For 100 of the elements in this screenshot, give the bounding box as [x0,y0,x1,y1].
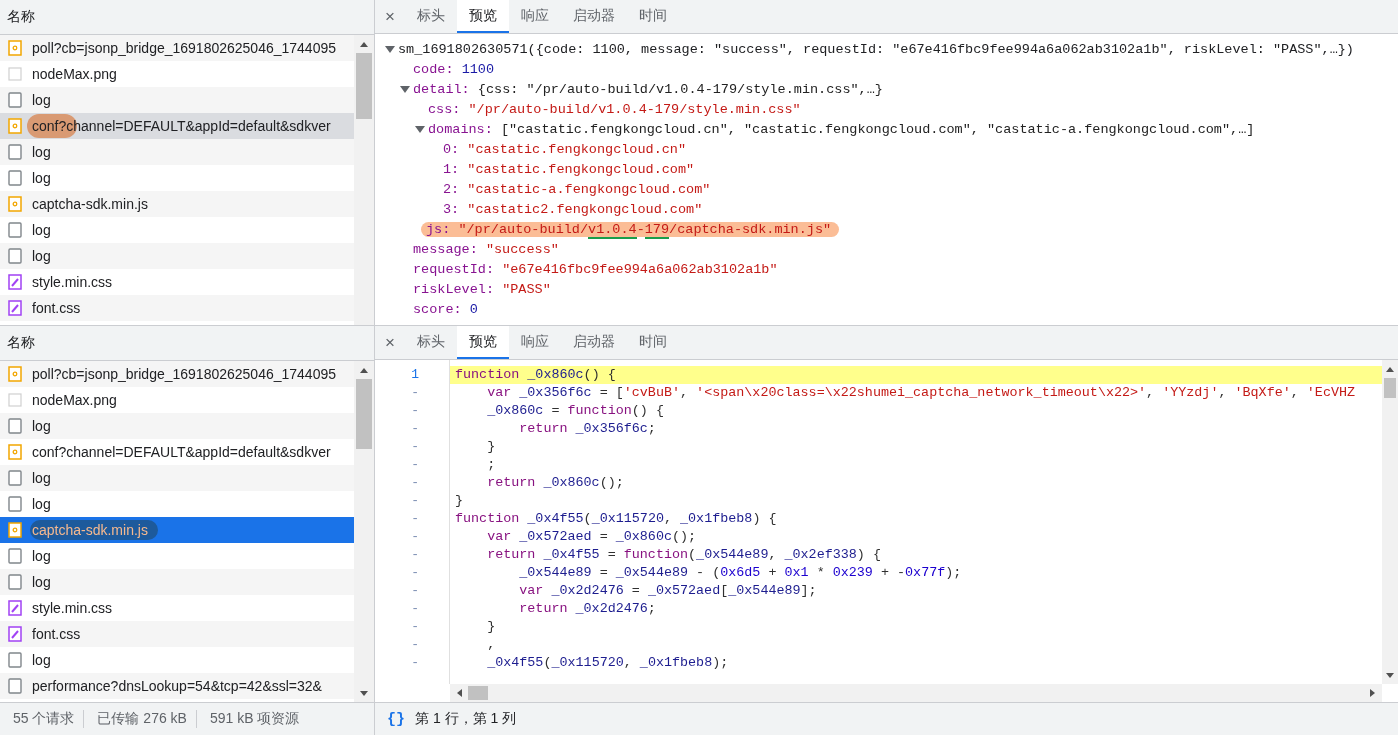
line-number: 1 [410,366,420,384]
request-row[interactable]: font.css [0,295,354,321]
scrollbar-thumb[interactable] [356,53,372,119]
script-file-icon [8,366,22,382]
line-number: - [410,510,420,528]
property-line: domains: ["castatic.fengkongcloud.cn", "castatic.fengkongcloud.com", "castatic-a.fengkongcloud.com",…] [427,121,1256,137]
request-name: log [32,170,51,186]
tab[interactable]: 响应 [508,326,561,359]
tab[interactable]: 启动器 [560,326,627,359]
code-line: } [486,438,497,456]
preview-line: sm_1691802630571({code: 1100, message: "success", requestId: "e67e416fbc9fee994a6a062ab3102a1b", riskLevel: "PASS",…}) [397,41,1355,57]
code-line: _0x860c = function() { [486,402,665,420]
request-row[interactable]: log [0,243,354,269]
code-line: _0x4f55(_0x115720, _0x1fbeb8); [486,654,730,672]
document-file-icon [8,170,22,186]
script-file-icon [8,444,22,460]
request-name: log [32,144,51,160]
request-name: log [32,548,51,564]
request-name: poll?cb=jsonp_bridge_1691802625046_1744095 [32,40,336,56]
scrollbar-thumb[interactable] [356,379,372,449]
line-number: - [410,564,420,582]
line-number: - [410,492,420,510]
request-name: performance?dnsLookup=54&tcp=42&ssl=32& [32,678,322,694]
line-number: - [410,438,420,456]
tab[interactable]: 时间 [626,0,679,33]
document-file-icon [8,92,22,108]
tab[interactable]: 响应 [508,0,561,33]
request-name: log [32,496,51,512]
request-row[interactable]: log [0,139,354,165]
request-name: log [32,574,51,590]
scroll-down-icon[interactable] [359,688,369,698]
request-name: captcha-sdk.min.js [32,196,148,212]
document-file-icon [8,144,22,160]
line-number: - [410,546,420,564]
expand-arrow-icon[interactable] [384,43,396,55]
code-line: ; [486,456,497,474]
line-number: - [410,420,420,438]
property-line: css: "/pr/auto-build/v1.0.4-179/style.min.css" [427,101,802,117]
code-line: } [486,618,497,636]
scrollbar[interactable] [1382,360,1398,684]
scrollbar[interactable] [354,35,374,325]
request-row[interactable]: captcha-sdk.min.js [0,191,354,217]
request-row[interactable]: captcha-sdk.min.js [0,517,354,543]
code-line: return _0x860c(); [486,474,625,492]
tab[interactable]: 预览 [456,0,509,33]
expand-arrow-icon[interactable] [399,83,411,95]
request-row[interactable]: performance?dnsLookup=54&tcp=42&ssl=32& [0,673,354,699]
stylesheet-file-icon [8,274,22,290]
scroll-down-icon[interactable] [1385,670,1395,680]
scrollbar-thumb[interactable] [1384,378,1396,398]
request-name: log [32,652,51,668]
summary-text: 已传输 276 kB [83,710,196,728]
column-header[interactable]: 名称 [0,8,35,26]
property-line: score: 0 [412,301,479,317]
property-line: message: "success" [412,241,560,257]
request-row[interactable]: poll?cb=jsonp_bridge_1691802625046_1744095 [0,35,354,61]
request-row[interactable]: log [0,465,354,491]
request-name: font.css [32,300,81,316]
tab[interactable]: 标头 [404,0,457,33]
request-row[interactable]: log [0,413,354,439]
request-name: log [32,418,51,434]
expand-arrow-icon[interactable] [414,123,426,135]
scrollbar-thumb[interactable] [468,686,488,700]
close-button[interactable]: × [375,326,405,359]
script-file-icon [8,522,22,538]
property-line: riskLevel: "PASS" [412,281,552,297]
document-file-icon [8,470,22,486]
code-line: return _0x2d2476; [518,600,657,618]
scrollbar[interactable] [354,361,374,702]
code-line: var _0x572aed = _0x860c(); [486,528,698,546]
close-button[interactable]: × [375,0,405,33]
summary-text: 591 kB 项资源 [195,710,309,728]
image-file-icon [8,66,22,82]
line-number: - [410,600,420,618]
document-file-icon [8,678,22,694]
request-row[interactable]: log [0,569,354,595]
cursor-position: 第 1 行，第 1 列 [415,710,517,728]
image-file-icon [8,392,22,408]
summary-text: 55 个请求 [12,710,76,728]
script-file-icon [8,196,22,212]
property-line: js: "/pr/auto-build/v1.0.4-179/captcha-sdk.min.js" [421,221,840,237]
code-line: } [454,492,465,510]
tab[interactable]: 时间 [626,326,679,359]
property-line: 3: "castatic2.fengkongcloud.com" [442,201,704,217]
request-name: log [32,248,51,264]
request-row[interactable]: font.css [0,621,354,647]
request-row[interactable]: poll?cb=jsonp_bridge_1691802625046_1744095 [0,361,354,387]
property-line: 0: "castatic.fengkongcloud.cn" [442,141,688,157]
stylesheet-file-icon [8,600,22,616]
column-header[interactable]: 名称 [0,334,35,352]
property-line: 2: "castatic-a.fengkongcloud.com" [442,181,712,197]
pretty-print-button[interactable]: {} [387,710,405,728]
request-name: log [32,470,51,486]
line-number: - [410,456,420,474]
tab[interactable]: 启动器 [560,0,627,33]
tab[interactable]: 预览 [456,326,509,359]
request-row[interactable]: log [0,87,354,113]
scrollbar[interactable] [450,684,1382,702]
document-file-icon [8,248,22,264]
tab[interactable]: 标头 [404,326,457,359]
